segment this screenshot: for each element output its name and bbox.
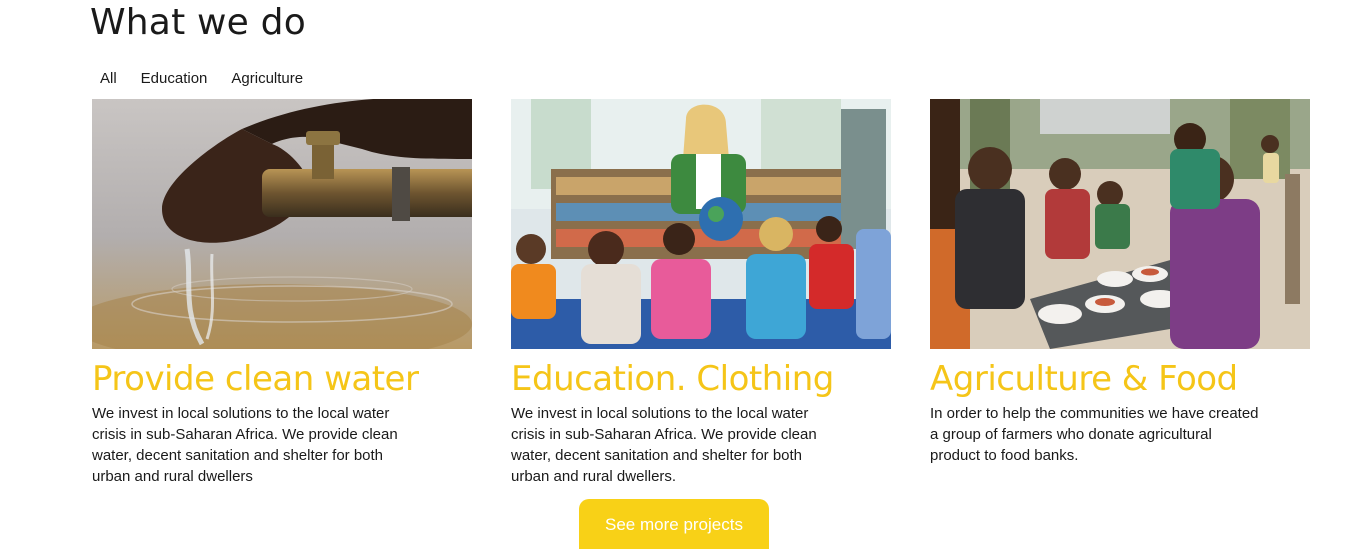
children-food-image[interactable] (930, 99, 1310, 349)
water-tap-image[interactable] (92, 99, 472, 349)
card-title[interactable]: Provide clean water (92, 361, 472, 397)
card-title[interactable]: Agriculture & Food (930, 361, 1310, 397)
project-card-agriculture[interactable]: Agriculture & Food In order to help the … (930, 99, 1310, 466)
section-title: What we do (90, 2, 306, 43)
what-we-do-section: What we do All Education Agriculture Pro… (0, 0, 1347, 549)
filter-all[interactable]: All (92, 68, 125, 89)
card-title[interactable]: Education. Clothing (511, 361, 891, 397)
category-filters: All Education Agriculture (92, 68, 319, 89)
card-description: We invest in local solutions to the loca… (511, 405, 817, 485)
filter-education[interactable]: Education (133, 68, 216, 89)
project-card-water[interactable]: Provide clean water We invest in local s… (92, 99, 472, 487)
filter-agriculture[interactable]: Agriculture (223, 68, 311, 89)
project-card-education[interactable]: Education. Clothing We invest in local s… (511, 99, 891, 487)
card-description: In order to help the communities we have… (930, 405, 1259, 464)
card-description: We invest in local solutions to the loca… (92, 405, 398, 485)
see-more-projects-button[interactable]: See more projects (579, 499, 769, 549)
classroom-image[interactable] (511, 99, 891, 349)
